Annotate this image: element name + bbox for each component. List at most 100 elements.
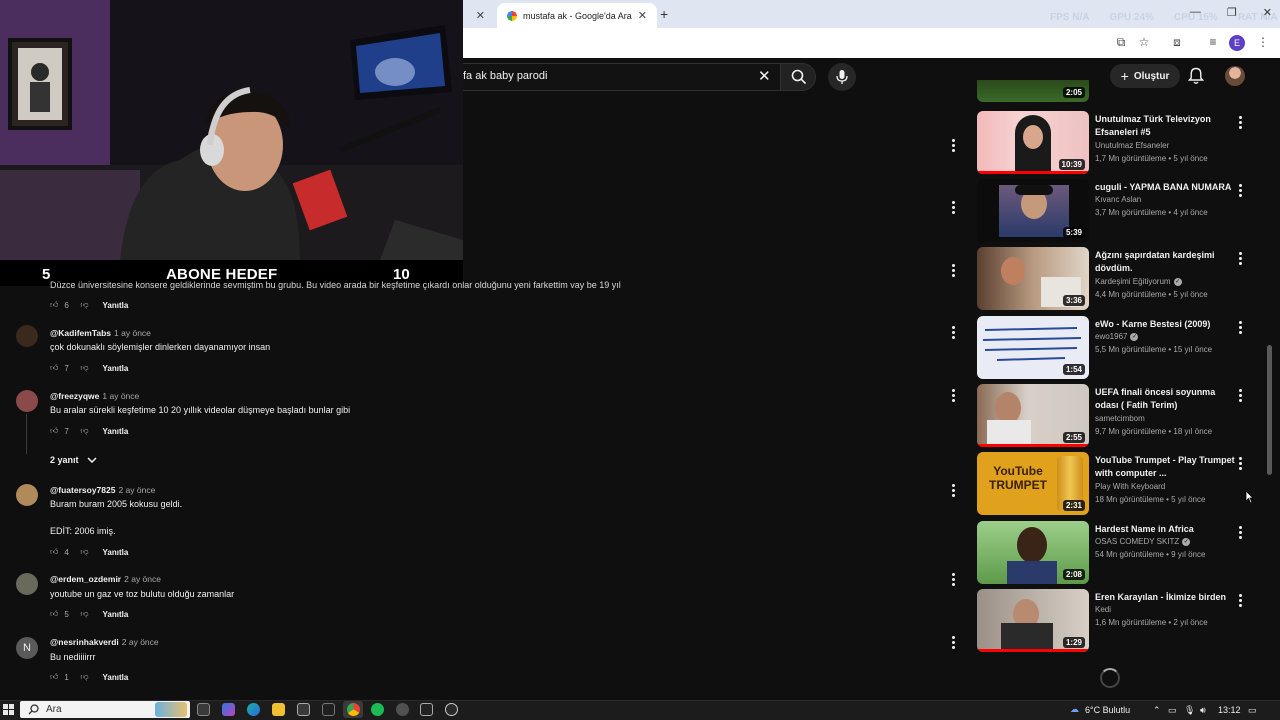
close-icon[interactable]: ✕ [638, 9, 647, 22]
dislike-icon[interactable]: 👎︎ [80, 426, 88, 436]
tray-volume-icon[interactable]: 🔊︎ [1200, 705, 1206, 716]
dislike-icon[interactable]: 👎︎ [80, 547, 88, 557]
video-menu-icon[interactable] [1238, 525, 1242, 539]
like-icon[interactable]: 👍︎ [50, 300, 58, 310]
video-menu-icon[interactable] [1238, 388, 1242, 402]
notification-center-icon[interactable]: ▭ [1248, 705, 1257, 716]
like-icon[interactable]: 👍︎ [50, 672, 58, 682]
video-thumbnail[interactable]: 2:08 [977, 521, 1089, 584]
task-view-icon[interactable] [197, 703, 210, 716]
comment-author[interactable]: @KadifemTabs 1 ay önce [50, 328, 151, 338]
video-channel[interactable]: Kıvanc Aslan [1095, 195, 1141, 204]
avatar[interactable] [16, 573, 38, 595]
comment-menu-icon[interactable] [951, 263, 955, 277]
obs-icon[interactable] [396, 703, 409, 716]
browser-profile-avatar[interactable]: E [1229, 35, 1245, 51]
reply-button[interactable]: Yanıtla [103, 364, 129, 373]
minimize-button[interactable]: — [1190, 6, 1201, 19]
video-item[interactable]: 3:36 Ağzını şapırdatan kardeşimi dövdüm.… [977, 247, 1267, 311]
close-icon[interactable]: ✕ [476, 9, 485, 22]
tray-mic-icon[interactable]: 🎙︎ [1184, 705, 1195, 716]
video-title[interactable]: YouTube Trumpet - Play Trumpet with comp… [1095, 454, 1235, 480]
video-thumbnail[interactable]: 2:55 [977, 384, 1089, 447]
spotify-icon[interactable] [371, 703, 384, 716]
video-channel[interactable]: Play With Keyboard [1095, 482, 1165, 491]
comment-menu-icon[interactable] [951, 138, 955, 152]
video-thumbnail[interactable]: 1:54 [977, 316, 1089, 379]
media-control-icon[interactable]: ≡ [1206, 35, 1220, 49]
video-title[interactable]: cuguli - YAPMA BANA NUMARA [1095, 181, 1240, 194]
like-icon[interactable]: 👍︎ [50, 547, 58, 557]
video-thumbnail[interactable]: 3:36 [977, 247, 1089, 310]
edge-icon[interactable] [247, 703, 260, 716]
comment-author[interactable]: @freezyqwe 1 ay önce [50, 391, 139, 401]
video-menu-icon[interactable] [1238, 251, 1242, 265]
video-thumbnail[interactable]: 1:29 [977, 589, 1089, 652]
video-title[interactable]: UEFA finali öncesi soyunma odası ( Fatih… [1095, 386, 1235, 412]
avatar[interactable]: N [16, 637, 38, 659]
comment-author[interactable]: @nesrinhakverdi 2 ay önce [50, 637, 159, 647]
video-channel[interactable]: Kardeşimi Eğitiyorum ✓ [1095, 277, 1182, 286]
comment-menu-icon[interactable] [951, 635, 955, 649]
new-tab-button[interactable]: + [660, 6, 668, 22]
reply-button[interactable]: Yanıtla [103, 548, 129, 557]
file-explorer-icon[interactable] [272, 703, 285, 716]
terminal-icon[interactable] [322, 703, 335, 716]
app-icon[interactable] [420, 703, 433, 716]
install-icon[interactable]: ⧉ [1114, 35, 1128, 49]
comment-menu-icon[interactable] [951, 483, 955, 497]
search-highlight-icon[interactable] [155, 702, 187, 717]
video-item[interactable]: 10:39 Unutulmaz Türk Televizyon Efsanele… [977, 111, 1267, 175]
chrome-icon[interactable] [347, 703, 360, 716]
extensions-icon[interactable]: ⧈ [1170, 35, 1184, 49]
reply-button[interactable]: Yanıtla [103, 301, 129, 310]
video-title[interactable]: Ağzını şapırdatan kardeşimi dövdüm. [1095, 249, 1235, 275]
dislike-icon[interactable]: 👎︎ [80, 672, 88, 682]
replies-toggle[interactable]: 2 yanıt [50, 455, 97, 465]
video-title[interactable]: Hardest Name in Africa [1095, 523, 1235, 536]
like-icon[interactable]: 👍︎ [50, 609, 58, 619]
video-menu-icon[interactable] [1238, 593, 1242, 607]
taskbar-clock[interactable]: 13:12 [1218, 705, 1241, 715]
comment-author[interactable]: @erdem_ozdemir 2 ay önce [50, 574, 161, 584]
video-menu-icon[interactable] [1238, 456, 1242, 470]
reply-button[interactable]: Yanıtla [103, 610, 129, 619]
weather-widget[interactable]: ☁ 6°C Bulutlu [1070, 704, 1130, 715]
video-item[interactable]: 1:29 Eren Karayılan - İkimize birden Ked… [977, 589, 1267, 653]
video-channel[interactable]: Kedi [1095, 605, 1111, 614]
video-thumbnail[interactable]: 5:39 [977, 179, 1089, 242]
bookmark-star-icon[interactable]: ☆ [1137, 35, 1151, 49]
comment-author[interactable]: @fuatersoy7825 2 ay önce [50, 485, 155, 495]
comment-menu-icon[interactable] [951, 572, 955, 586]
browser-tab-active[interactable]: mustafa ak - Google'da Ara ✕ [497, 3, 657, 28]
video-title[interactable]: Eren Karayılan - İkimize birden [1095, 591, 1240, 604]
like-icon[interactable]: 👍︎ [50, 426, 58, 436]
video-title[interactable]: Unutulmaz Türk Televizyon Efsaneleri #5 [1095, 113, 1235, 139]
voice-search-button[interactable] [828, 63, 856, 91]
tray-chevron-icon[interactable]: ⌃ [1153, 705, 1161, 716]
video-menu-icon[interactable] [1238, 320, 1242, 334]
video-item[interactable]: 1:54 eWo - Karne Bestesi (2009) ewo1967 ✓… [977, 316, 1267, 380]
close-window-button[interactable]: ✕ [1263, 6, 1272, 19]
dislike-icon[interactable]: 👎︎ [80, 363, 88, 373]
avatar[interactable] [16, 484, 38, 506]
video-item[interactable]: 5:39 cuguli - YAPMA BANA NUMARA Kıvanc A… [977, 179, 1267, 243]
video-channel[interactable]: sametcimbom [1095, 414, 1145, 423]
avatar[interactable] [16, 390, 38, 412]
video-channel[interactable]: ewo1967 ✓ [1095, 332, 1139, 341]
settings-gear-icon[interactable] [445, 703, 458, 716]
video-channel[interactable]: OSAS COMEDY SKITZ ✓ [1095, 537, 1191, 546]
comment-menu-icon[interactable] [951, 200, 955, 214]
video-thumbnail[interactable]: YouTube TRUMPET 2:31 [977, 452, 1089, 515]
video-menu-icon[interactable] [1238, 115, 1242, 129]
video-channel[interactable]: Unutulmaz Efsaneler [1095, 141, 1169, 150]
comment-menu-icon[interactable] [951, 325, 955, 339]
dislike-icon[interactable]: 👎︎ [80, 300, 88, 310]
video-item-partial[interactable]: 2:05 [977, 80, 1267, 102]
dislike-icon[interactable]: 👎︎ [80, 609, 88, 619]
video-title[interactable]: eWo - Karne Bestesi (2009) [1095, 318, 1235, 331]
video-item[interactable]: YouTube TRUMPET 2:31 YouTube Trumpet - P… [977, 452, 1267, 516]
comment-menu-icon[interactable] [951, 388, 955, 402]
video-thumbnail[interactable]: 10:39 [977, 111, 1089, 174]
video-item[interactable]: 2:08 Hardest Name in Africa OSAS COMEDY … [977, 521, 1267, 585]
